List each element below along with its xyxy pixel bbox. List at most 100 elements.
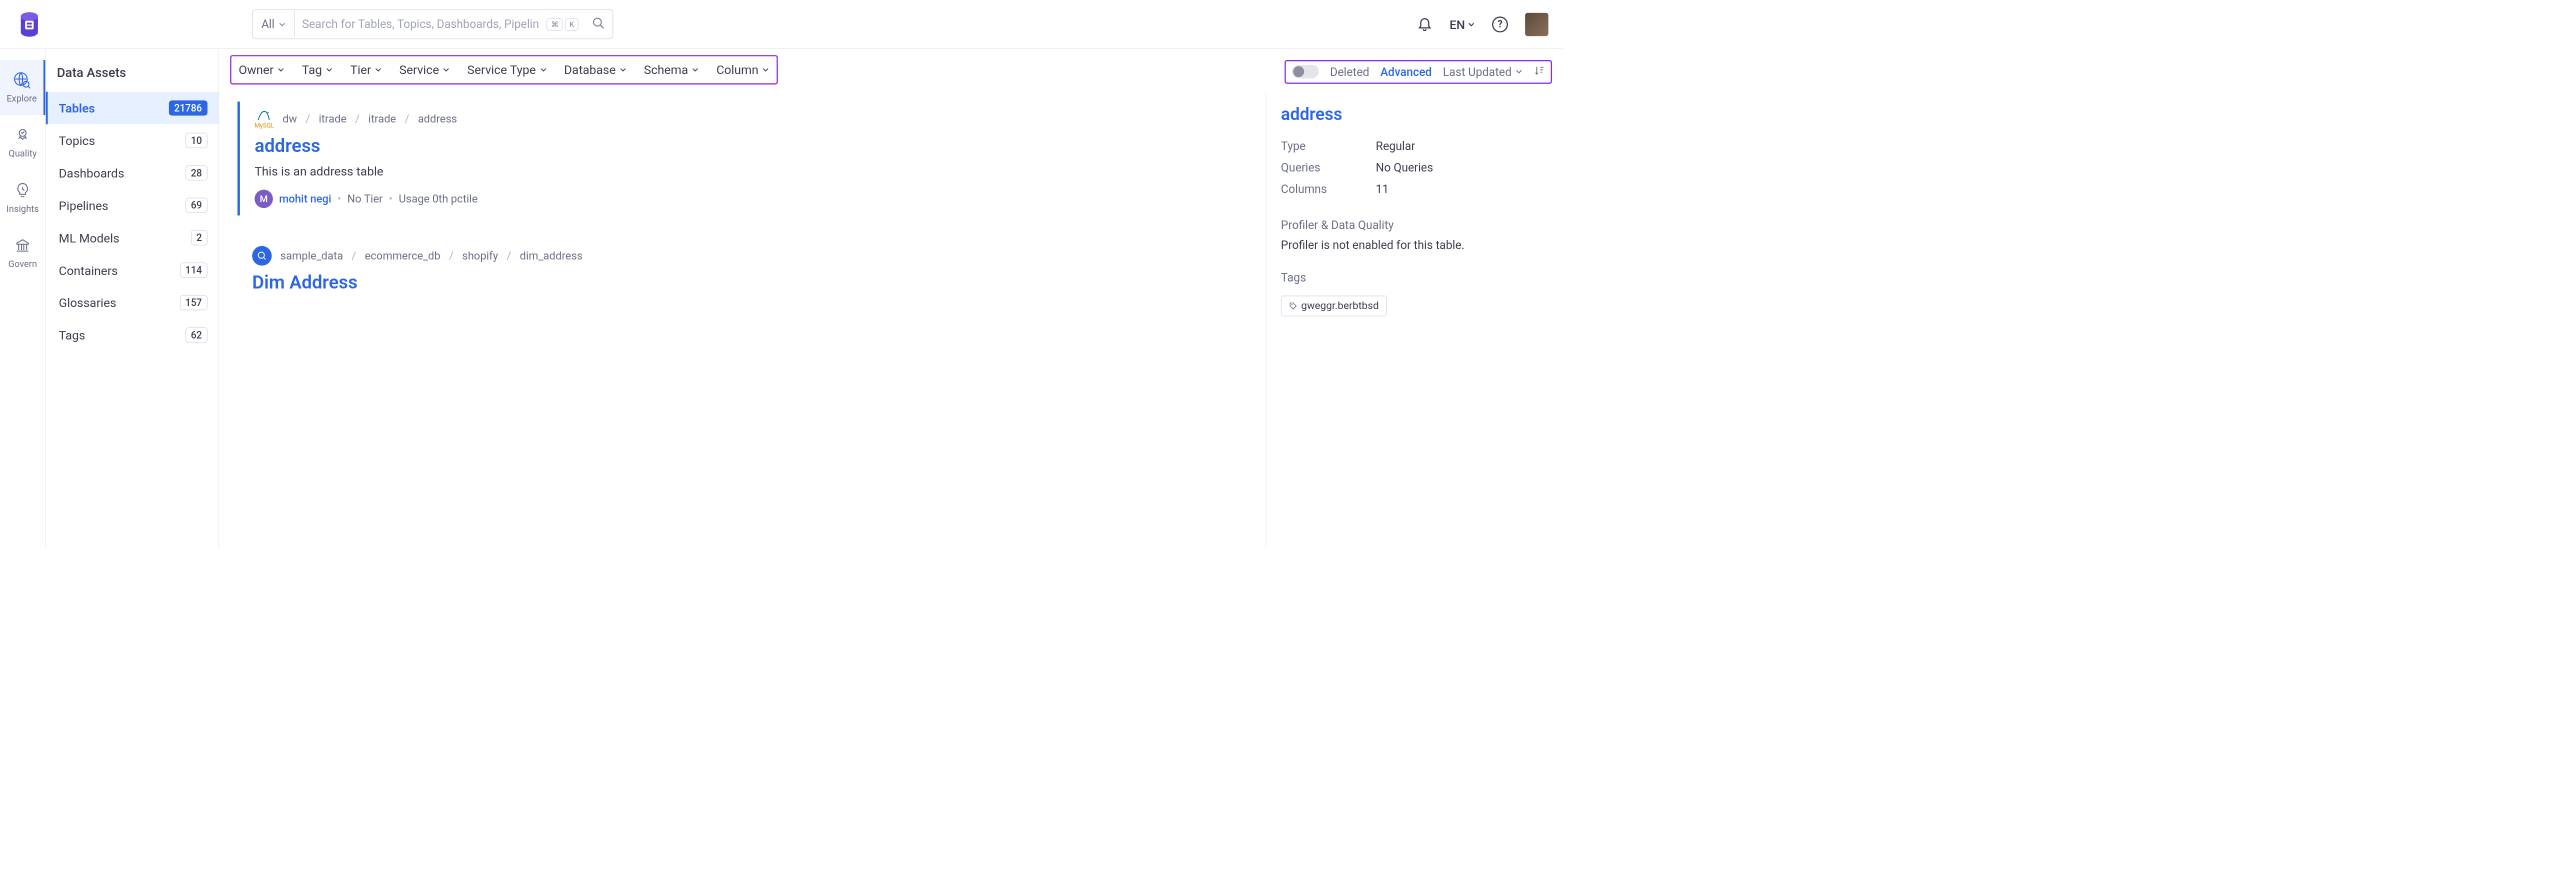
sidebar-item-pipelines[interactable]: Pipelines 69 — [46, 189, 219, 221]
sidebar-item-count: 157 — [180, 295, 208, 310]
search-scope-selector[interactable]: All — [253, 11, 295, 37]
rail-item-insights[interactable]: Insights — [0, 170, 45, 225]
notifications-icon[interactable] — [1416, 15, 1432, 33]
language-label: EN — [1450, 17, 1466, 32]
sort-selector[interactable]: Last Updated — [1443, 65, 1523, 79]
filter-label: Schema — [644, 62, 688, 77]
tag-chip[interactable]: gweggr.berbtbsd — [1281, 296, 1387, 317]
breadcrumb-part[interactable]: itrade — [319, 113, 347, 126]
rail-item-explore[interactable]: Explore — [0, 60, 45, 115]
profiler-text: Profiler is not enabled for this table. — [1281, 238, 1548, 252]
sort-label: Last Updated — [1443, 65, 1512, 79]
filter-service[interactable]: Service — [398, 60, 451, 80]
breadcrumb-part[interactable]: ecommerce_db — [365, 249, 441, 262]
result-card[interactable]: sample_data/ ecommerce_db/ shopify/ dim_… — [237, 239, 1247, 308]
filter-row: Owner Tag Tier Service Service Type Data… — [230, 55, 778, 84]
detail-val: 11 — [1376, 182, 1389, 196]
user-avatar[interactable] — [1525, 13, 1548, 36]
filter-column[interactable]: Column — [715, 60, 771, 80]
chevron-down-icon — [692, 66, 699, 73]
nav-rail: Explore Quality Insights Govern — [0, 49, 46, 547]
sidebar-item-topics[interactable]: Topics 10 — [46, 124, 219, 156]
filter-owner[interactable]: Owner — [237, 60, 285, 80]
deleted-toggle[interactable] — [1292, 65, 1319, 78]
sort-direction-icon[interactable] — [1534, 65, 1545, 78]
breadcrumb-part[interactable]: dw — [283, 113, 297, 126]
sidebar-item-mlmodels[interactable]: ML Models 2 — [46, 222, 219, 254]
sidebar-item-label: Topics — [59, 133, 95, 148]
sample-data-icon — [252, 246, 272, 266]
sidebar-item-count: 28 — [185, 165, 207, 180]
tags-heading: Tags — [1281, 271, 1548, 285]
filter-label: Tag — [302, 62, 322, 77]
tag-label: gweggr.berbtbsd — [1301, 300, 1379, 312]
advanced-link[interactable]: Advanced — [1380, 65, 1432, 79]
search-shortcut: ⌘ K — [547, 18, 585, 30]
breadcrumb-part[interactable]: dim_address — [520, 249, 583, 262]
sidebar-item-count: 2 — [191, 230, 208, 245]
rail-item-quality[interactable]: Quality — [0, 115, 45, 170]
search-input[interactable] — [295, 10, 547, 39]
sidebar-item-label: Tables — [59, 101, 95, 116]
result-card[interactable]: MySQL dw/ itrade/ itrade/ address addres… — [237, 102, 1247, 216]
app-logo[interactable] — [15, 9, 44, 38]
sidebar-item-count: 69 — [185, 198, 207, 213]
detail-panel: address Type Regular Queries No Queries … — [1266, 93, 1563, 547]
breadcrumb-part[interactable]: shopify — [462, 249, 498, 262]
rail-item-govern[interactable]: Govern — [0, 225, 45, 280]
sidebar-title: Data Assets — [46, 59, 219, 92]
filter-schema[interactable]: Schema — [643, 60, 701, 80]
chevron-down-icon — [443, 66, 450, 73]
result-title[interactable]: address — [255, 135, 1233, 156]
breadcrumb-part[interactable]: itrade — [368, 113, 396, 126]
chevron-down-icon — [277, 66, 284, 73]
usage-label: Usage 0th pctile — [399, 192, 478, 205]
sidebar-item-label: Containers — [59, 263, 118, 278]
results-list: MySQL dw/ itrade/ itrade/ address addres… — [219, 93, 1266, 547]
sidebar-item-label: ML Models — [59, 230, 120, 245]
deleted-label: Deleted — [1330, 65, 1369, 79]
chevron-down-icon — [540, 66, 547, 73]
filter-tag[interactable]: Tag — [301, 60, 335, 80]
sidebar-item-label: Dashboards — [59, 166, 125, 181]
sidebar-item-tables[interactable]: Tables 21786 — [46, 92, 219, 124]
detail-row: Columns 11 — [1281, 178, 1548, 199]
detail-key: Columns — [1281, 182, 1376, 196]
language-selector[interactable]: EN — [1450, 17, 1475, 32]
sidebar-item-tags[interactable]: Tags 62 — [46, 319, 219, 351]
filter-label: Tier — [350, 62, 371, 77]
chevron-down-icon — [1515, 68, 1522, 75]
owner-name[interactable]: mohit negi — [279, 192, 331, 205]
sidebar-item-count: 114 — [180, 263, 208, 278]
filter-tier[interactable]: Tier — [349, 60, 383, 80]
filter-servicetype[interactable]: Service Type — [466, 60, 548, 80]
filter-database[interactable]: Database — [563, 60, 628, 80]
result-title[interactable]: Dim Address — [252, 272, 1232, 293]
help-icon[interactable]: ? — [1492, 16, 1508, 32]
filter-label: Column — [716, 62, 758, 77]
breadcrumb: MySQL dw/ itrade/ itrade/ address — [255, 109, 1233, 129]
detail-val: Regular — [1376, 139, 1415, 153]
filter-label: Service — [399, 62, 439, 77]
rail-label: Quality — [9, 148, 37, 159]
detail-key: Type — [1281, 139, 1376, 153]
tier-label: No Tier — [347, 192, 382, 205]
sidebar-item-glossaries[interactable]: Glossaries 157 — [46, 286, 219, 318]
filter-label: Database — [564, 62, 616, 77]
detail-title[interactable]: address — [1281, 104, 1548, 124]
owner-avatar: M — [255, 190, 273, 208]
sidebar-item-count: 62 — [185, 327, 207, 342]
rail-label: Govern — [8, 258, 37, 269]
profiler-heading: Profiler & Data Quality — [1281, 218, 1548, 232]
breadcrumb-part[interactable]: sample_data — [280, 249, 343, 262]
chevron-down-icon — [278, 21, 285, 28]
breadcrumb-part[interactable]: address — [418, 113, 457, 126]
sidebar-item-dashboards[interactable]: Dashboards 28 — [46, 157, 219, 189]
sidebar-item-containers[interactable]: Containers 114 — [46, 254, 219, 286]
rail-label: Explore — [7, 93, 37, 104]
chevron-down-icon — [326, 66, 333, 73]
detail-key: Queries — [1281, 160, 1376, 174]
search-icon[interactable] — [584, 16, 612, 32]
detail-row: Queries No Queries — [1281, 157, 1548, 178]
chevron-down-icon — [619, 66, 626, 73]
